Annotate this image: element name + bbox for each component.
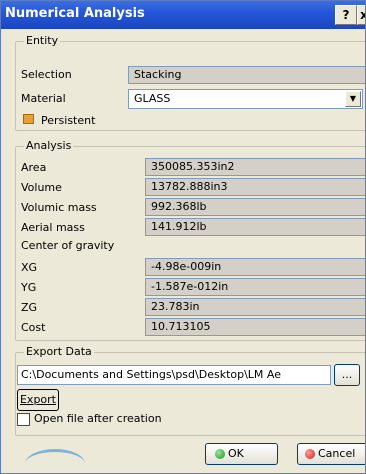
open-after-creation-label[interactable]: Open file after creation xyxy=(34,412,162,425)
ok-label: OK xyxy=(228,447,244,460)
yg-label: YG xyxy=(21,281,37,294)
chevron-down-icon[interactable]: ▼ xyxy=(345,91,361,107)
material-label: Material xyxy=(21,92,66,105)
cancel-label: Cancel xyxy=(318,447,356,460)
help-button[interactable]: ? xyxy=(335,5,357,25)
export-path-input[interactable]: C:\Documents and Settings\psd\Desktop\LM… xyxy=(17,365,331,385)
export-button[interactable]: Export xyxy=(17,389,59,411)
center-of-gravity-label: Center of gravity xyxy=(21,239,115,252)
persistent-label[interactable]: Persistent xyxy=(41,114,95,127)
aerial-mass-label: Aerial mass xyxy=(21,221,85,234)
aerial-mass-field[interactable]: 141.912lb xyxy=(145,218,365,236)
ok-icon xyxy=(215,449,225,459)
title-bar[interactable]: Numerical Analysis ? x xyxy=(1,1,365,29)
material-dropdown[interactable]: GLASS ▼ xyxy=(128,89,363,109)
cost-field[interactable]: 10.713105 xyxy=(145,318,365,336)
export-data-legend: Export Data xyxy=(24,345,94,358)
area-field[interactable]: 350085.353in2 xyxy=(145,158,365,176)
cancel-icon xyxy=(305,449,315,459)
ok-button[interactable]: OK xyxy=(205,443,278,465)
swoosh-decoration xyxy=(25,449,85,473)
numerical-analysis-dialog: Numerical Analysis ? x Entity Selection … xyxy=(0,0,366,474)
selection-label: Selection xyxy=(21,68,72,81)
volumic-mass-label: Volumic mass xyxy=(21,201,97,214)
window-title: Numerical Analysis xyxy=(5,6,145,21)
pin-icon xyxy=(23,114,34,124)
analysis-legend: Analysis xyxy=(24,139,74,152)
close-button[interactable]: x xyxy=(357,5,365,25)
volume-label: Volume xyxy=(21,181,62,194)
area-label: Area xyxy=(21,161,47,174)
xg-field[interactable]: -4.98e-009in xyxy=(145,258,365,276)
browse-button[interactable]: ... xyxy=(334,364,360,386)
xg-label: XG xyxy=(21,261,38,274)
cost-label: Cost xyxy=(21,321,46,334)
entity-legend: Entity xyxy=(24,34,61,47)
yg-field[interactable]: -1.587e-012in xyxy=(145,278,365,296)
volume-field[interactable]: 13782.888in3 xyxy=(145,178,365,196)
selection-field[interactable]: Stacking xyxy=(128,66,365,84)
zg-label: ZG xyxy=(21,301,38,314)
cancel-button[interactable]: Cancel xyxy=(297,443,365,465)
material-value: GLASS xyxy=(134,92,171,105)
zg-field[interactable]: 23.783in xyxy=(145,298,365,316)
volumic-mass-field[interactable]: 992.368lb xyxy=(145,198,365,216)
open-after-creation-checkbox[interactable] xyxy=(17,413,30,426)
